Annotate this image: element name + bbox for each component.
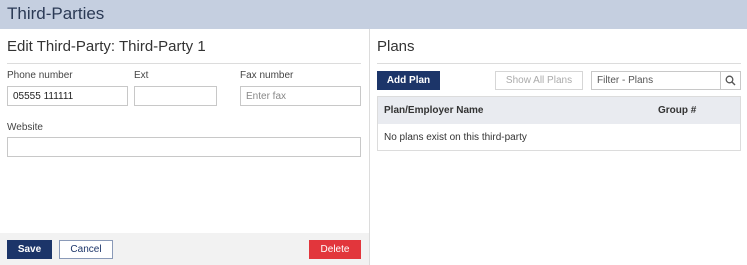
ext-input[interactable]: [134, 86, 217, 106]
fax-label: Fax number: [240, 70, 294, 81]
form-footer: Save Cancel Delete: [0, 233, 369, 265]
edit-third-party-panel: Edit Third-Party: Third-Party 1 Phone nu…: [0, 29, 369, 265]
plans-table-header: Plan/Employer Name Group #: [378, 97, 740, 124]
website-label: Website: [7, 122, 43, 133]
show-all-plans-button[interactable]: Show All Plans: [495, 71, 583, 90]
plans-table: Plan/Employer Name Group # No plans exis…: [377, 96, 741, 151]
save-button[interactable]: Save: [7, 240, 52, 259]
delete-button[interactable]: Delete: [309, 240, 361, 259]
phone-input[interactable]: [7, 86, 128, 106]
page-title: Third-Parties: [7, 4, 105, 23]
column-header-group[interactable]: Group #: [658, 105, 696, 116]
plans-filter: [591, 71, 741, 90]
cancel-button[interactable]: Cancel: [59, 240, 113, 259]
website-input[interactable]: [7, 137, 361, 157]
phone-label: Phone number: [7, 70, 73, 81]
add-plan-button[interactable]: Add Plan: [377, 71, 440, 90]
search-icon[interactable]: [720, 72, 740, 89]
edit-panel-title: Edit Third-Party: Third-Party 1: [7, 38, 206, 55]
filter-plans-input[interactable]: [592, 72, 720, 89]
plans-title: Plans: [377, 38, 415, 55]
page-header: Third-Parties: [0, 0, 747, 29]
fax-input[interactable]: [240, 86, 361, 106]
edit-panel-divider: [7, 63, 361, 64]
column-header-plan-name[interactable]: Plan/Employer Name: [384, 105, 483, 116]
empty-table-message: No plans exist on this third-party: [384, 132, 527, 143]
plans-panel: Plans Add Plan Show All Plans Plan/Emplo…: [370, 29, 747, 265]
plans-divider: [377, 63, 741, 64]
ext-label: Ext: [134, 70, 149, 81]
